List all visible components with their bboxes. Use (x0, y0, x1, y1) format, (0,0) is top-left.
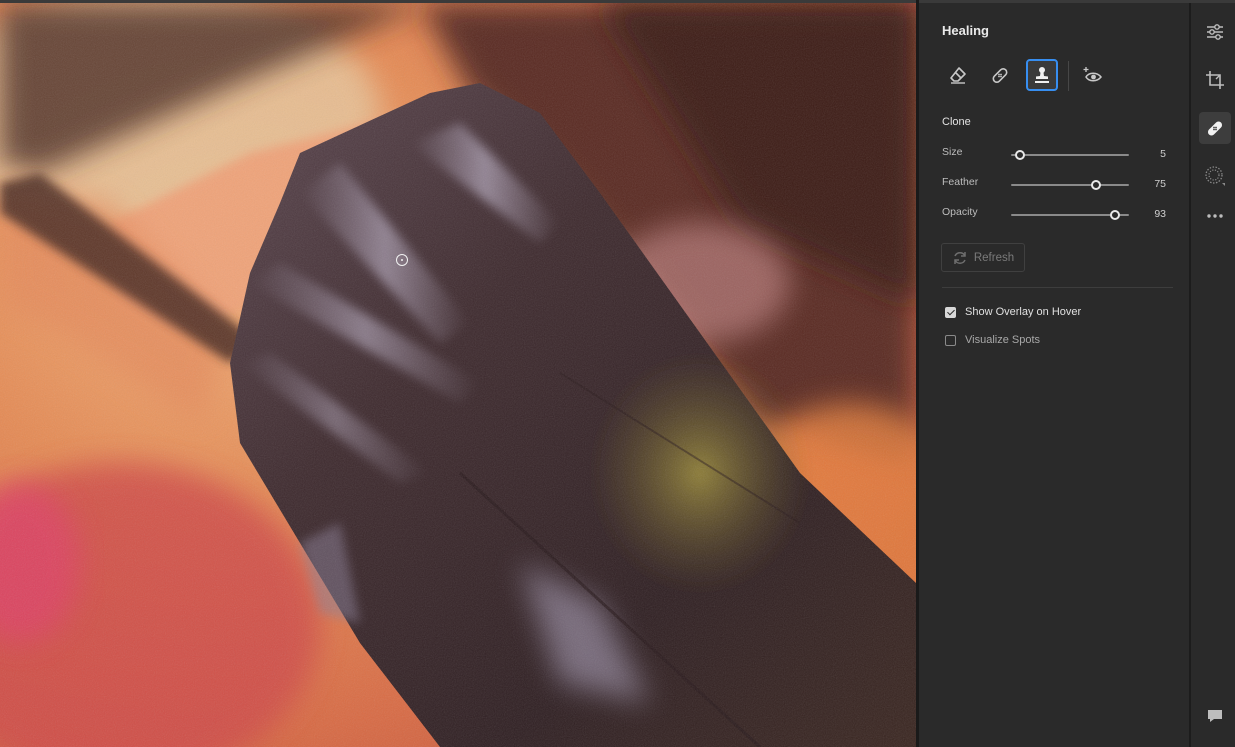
refresh-button[interactable]: Refresh (941, 243, 1025, 272)
photo-canvas[interactable] (0, 3, 916, 747)
size-slider[interactable]: Size 5 (942, 146, 1172, 162)
opacity-track[interactable] (1011, 210, 1129, 220)
opacity-thumb[interactable] (1109, 210, 1120, 220)
edit-sliders-icon (1207, 24, 1223, 40)
healing-panel: Healing Clone Size 5 Feather 75 Opacity … (919, 3, 1189, 747)
clone-section-label: Clone (942, 116, 971, 128)
healing-rail-button[interactable] (1199, 112, 1231, 144)
content-aware-remove-button[interactable] (942, 59, 974, 91)
tool-separator (1068, 61, 1069, 91)
masking-button[interactable] (1199, 160, 1231, 192)
size-track[interactable] (1011, 150, 1129, 160)
clone-stamp-icon (1035, 67, 1049, 83)
red-eye-icon (1083, 67, 1102, 82)
refresh-icon (954, 251, 966, 264)
healing-icon (1207, 121, 1223, 136)
comments-button[interactable] (1199, 700, 1231, 732)
masking-icon (1205, 166, 1225, 186)
crop-button[interactable] (1199, 64, 1231, 96)
clone-brush-cursor (396, 254, 408, 266)
show-overlay-label: Show Overlay on Hover (965, 306, 1082, 318)
eraser-icon (950, 67, 966, 84)
tool-rail (1191, 3, 1235, 747)
visualize-spots-label: Visualize Spots (965, 334, 1041, 346)
heal-bandage-icon (992, 68, 1008, 83)
visualize-spots-checkbox-row[interactable]: Visualize Spots (945, 333, 1040, 347)
panel-divider (942, 287, 1173, 288)
clone-button[interactable] (1026, 59, 1058, 91)
healing-tool-row (942, 59, 1182, 93)
panel-title: Healing (942, 23, 989, 38)
feather-slider[interactable]: Feather 75 (942, 176, 1172, 192)
opacity-value: 93 (1154, 208, 1166, 220)
photo-image (0, 3, 916, 747)
heal-button[interactable] (984, 59, 1016, 91)
feather-label: Feather (942, 176, 979, 188)
opacity-label: Opacity (942, 206, 978, 218)
comments-icon (1208, 710, 1222, 722)
app-window: Healing Clone Size 5 Feather 75 Opacity … (0, 0, 1235, 747)
size-label: Size (942, 146, 963, 158)
feather-thumb[interactable] (1090, 180, 1101, 190)
show-overlay-checkbox-row[interactable]: Show Overlay on Hover (945, 305, 1081, 319)
size-thumb[interactable] (1015, 150, 1026, 160)
opacity-slider[interactable]: Opacity 93 (942, 206, 1172, 222)
edit-button[interactable] (1199, 16, 1231, 48)
size-value: 5 (1160, 148, 1166, 160)
visualize-spots-checkbox[interactable] (945, 334, 956, 346)
more-button[interactable] (1199, 200, 1231, 232)
crop-icon (1206, 71, 1224, 89)
feather-track[interactable] (1011, 180, 1129, 190)
feather-value: 75 (1154, 178, 1166, 190)
refresh-label: Refresh (973, 251, 1015, 264)
more-icon (1207, 214, 1223, 218)
show-overlay-checkbox[interactable] (945, 306, 956, 318)
red-eye-button[interactable] (1078, 59, 1110, 91)
